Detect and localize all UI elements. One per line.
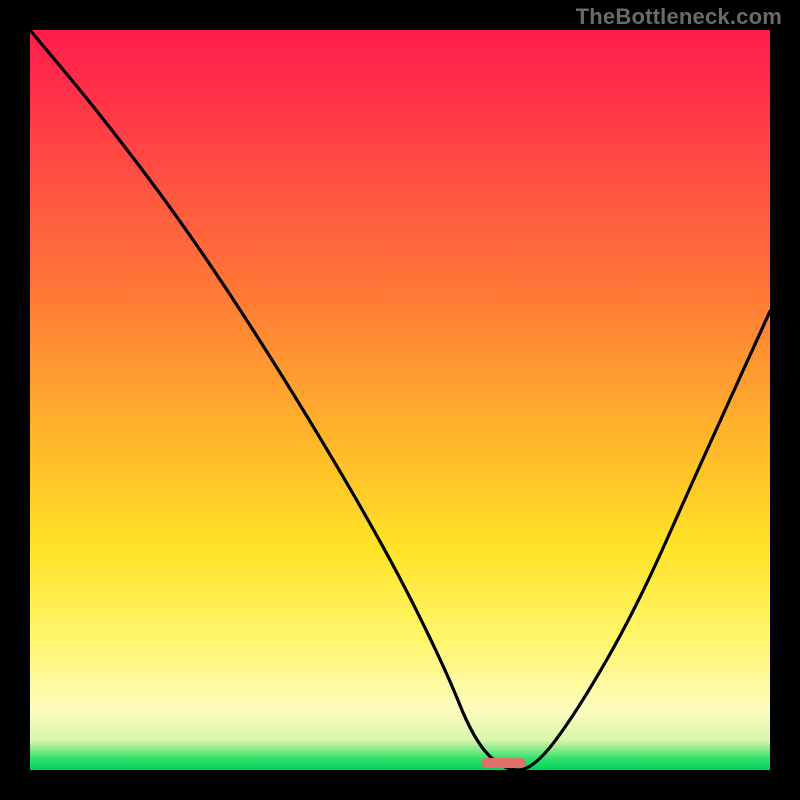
bottleneck-curve [30, 30, 770, 770]
chart-frame: TheBottleneck.com [0, 0, 800, 800]
watermark-text: TheBottleneck.com [576, 4, 782, 30]
plot-area [30, 30, 770, 770]
optimal-marker [481, 758, 525, 768]
curve-path [30, 30, 770, 770]
